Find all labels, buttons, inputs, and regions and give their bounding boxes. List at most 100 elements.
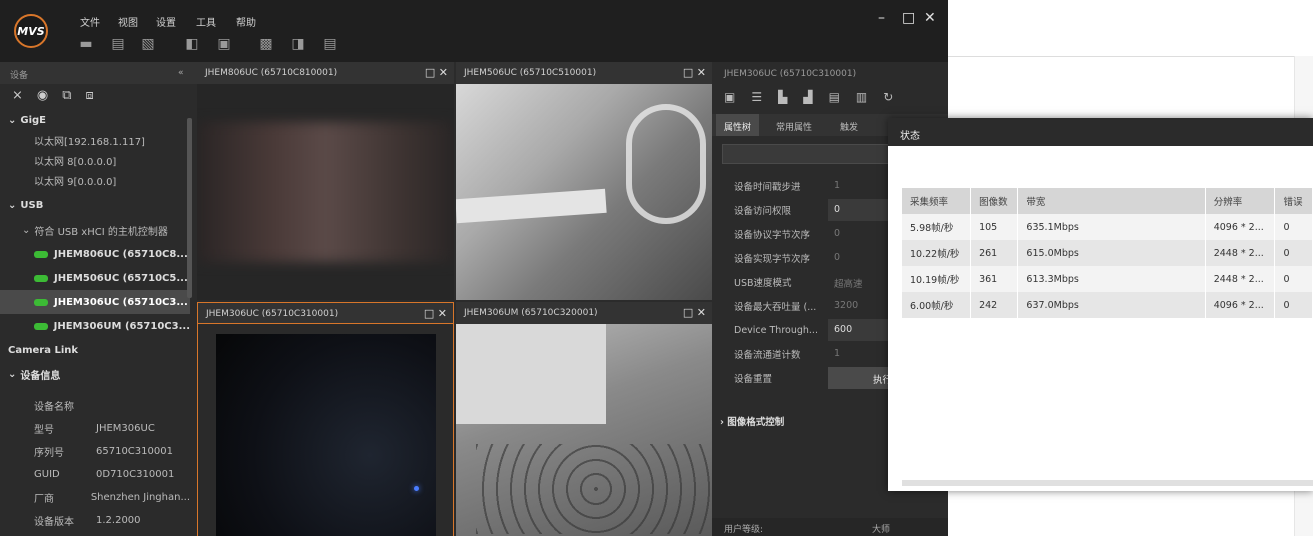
- device-camera-item[interactable]: JHEM506UC (65710C5...: [0, 266, 190, 290]
- window-icon[interactable]: ▣: [216, 36, 232, 52]
- device-toolbar: ⨯ ◉ ⧉ ⧈: [12, 88, 94, 103]
- info-key: 设备版本: [34, 516, 74, 528]
- status-table-header: 采集频率 图像数 带宽 分辨率 错误: [902, 188, 1313, 214]
- load-icon[interactable]: ▤: [829, 90, 840, 104]
- feed-object-rod: [456, 188, 607, 224]
- device-camera-item[interactable]: JHEM306UM (65710C3...: [0, 314, 190, 338]
- table-cell: 105: [970, 214, 1019, 240]
- menu-tools[interactable]: 工具: [196, 14, 216, 29]
- properties-toolbar: ▣ ☰ ▙ ▟ ▤ ▥ ↻: [724, 90, 893, 104]
- table-cell: 361: [970, 266, 1019, 292]
- property-name: 设备流通道计数: [734, 350, 801, 361]
- view-header-2: JHEM506UC (65710C510001) □ ✕: [456, 62, 712, 84]
- tree-section[interactable]: ⌄ 设备信息: [0, 362, 190, 386]
- menu-view[interactable]: 视图: [118, 14, 138, 29]
- tab-common-properties[interactable]: 常用属性: [768, 114, 820, 136]
- property-name: 设备协议字节次序: [734, 230, 811, 241]
- view-title-1: JHEM806UC (65710C810001): [205, 68, 338, 78]
- table-cell: 261: [970, 240, 1019, 266]
- tab-trigger[interactable]: 触发: [832, 114, 866, 136]
- info-key: 厂商: [34, 493, 54, 505]
- device-panel: 设备 « ⨯ ◉ ⧉ ⧈ ⌄ GigE 以太网[192.168.1.117] 以太网…: [0, 62, 197, 536]
- column-header[interactable]: 带宽: [1017, 188, 1206, 214]
- column-header[interactable]: 错误: [1274, 188, 1313, 214]
- table-row[interactable]: 10.19帧/秒 361 613.3Mbps 2448 * 2... 0: [902, 266, 1313, 292]
- table-row[interactable]: 10.22帧/秒 261 615.0Mbps 2448 * 2... 0: [902, 240, 1313, 266]
- group-image-format[interactable]: › 图像格式控制: [720, 414, 784, 428]
- property-name: 设备访问权限: [734, 206, 792, 217]
- menu-help[interactable]: 帮助: [236, 14, 256, 29]
- device-tree-scrollbar[interactable]: [187, 118, 192, 298]
- status-dialog-title: 状态: [888, 118, 1313, 146]
- table-cell: 242: [970, 292, 1019, 318]
- status-dialog-hscrollbar[interactable]: [902, 480, 1313, 486]
- camera-status-icon: [34, 298, 48, 306]
- disconnect-icon[interactable]: ⨯: [12, 88, 23, 103]
- view-4-controls[interactable]: □ ✕: [683, 306, 706, 319]
- menu-settings[interactable]: 设置: [156, 14, 176, 29]
- device-camera-item[interactable]: JHEM806UC (65710C8...: [0, 242, 190, 266]
- collapse-panel-icon[interactable]: «: [178, 68, 184, 78]
- table-cell: 6.00帧/秒: [902, 292, 972, 318]
- tree-section[interactable]: ⌄ USB: [0, 193, 190, 217]
- feed-object-cup: [456, 324, 606, 424]
- column-header[interactable]: 分辨率: [1205, 188, 1276, 214]
- table-cell: 2448 * 2...: [1205, 266, 1276, 292]
- view-title-2: JHEM506UC (65710C510001): [464, 68, 597, 78]
- save-as-icon[interactable]: ▧: [140, 36, 156, 52]
- minimize-button[interactable]: –: [878, 10, 885, 26]
- tree-label: GigE: [20, 114, 47, 126]
- table-cell: 615.0Mbps: [1017, 240, 1206, 266]
- document-icon[interactable]: ▤: [322, 36, 338, 52]
- table-cell: 635.1Mbps: [1017, 214, 1206, 240]
- tree-item[interactable]: ⌄ 符合 USB xHCI 的主机控制器: [0, 218, 190, 242]
- user-level-value[interactable]: 大师: [872, 522, 890, 535]
- save-icon[interactable]: ▤: [110, 36, 126, 52]
- stop-icon[interactable]: ◉: [37, 88, 48, 103]
- export-params-icon[interactable]: ▟: [803, 90, 812, 104]
- property-name: 设备重置: [734, 374, 773, 385]
- status-dialog: 状态 采集频率 图像数 带宽 分辨率 错误 5.98帧/秒 105 635.1Mbps 409…: [888, 118, 1313, 491]
- info-value: Shenzhen Jinghan...: [90, 491, 190, 503]
- status-table-body: 5.98帧/秒 105 635.1Mbps 4096 * 2... 0 10.22帧/秒 2…: [902, 214, 1313, 318]
- view-3-controls[interactable]: □ ✕: [424, 307, 447, 320]
- user-level-label: 用户等级:: [724, 525, 764, 535]
- device-info-row: 设备名称: [0, 393, 190, 417]
- tree-label: 设备信息: [20, 370, 61, 382]
- table-cell: 613.3Mbps: [1017, 266, 1206, 292]
- view-1-controls[interactable]: □ ✕: [425, 66, 448, 79]
- view-header-4: JHEM306UM (65710C320001) □ ✕: [456, 302, 712, 324]
- tree-item[interactable]: 以太网 9[0.0.0.0]: [0, 168, 190, 192]
- view-2-controls[interactable]: □ ✕: [683, 66, 706, 79]
- table-row[interactable]: 5.98帧/秒 105 635.1Mbps 4096 * 2... 0: [902, 214, 1313, 240]
- monitor-icon[interactable]: ▣: [724, 90, 735, 104]
- tree-label: USB: [20, 199, 44, 211]
- column-header[interactable]: 图像数: [970, 188, 1019, 214]
- user-level-bar: 用户等级: 大师: [712, 518, 948, 536]
- table-cell: 637.0Mbps: [1017, 292, 1206, 318]
- column-header[interactable]: 采集频率: [902, 188, 972, 214]
- tab-property-tree[interactable]: 属性树: [716, 114, 760, 136]
- maximize-button[interactable]: □: [902, 10, 915, 26]
- device-camera-item[interactable]: JHEM306UC (65710C3...: [0, 290, 190, 314]
- device-info-row: 厂商 Shenzhen Jinghan...: [0, 485, 190, 509]
- open-folder-icon[interactable]: ▬: [78, 36, 94, 52]
- import-icon[interactable]: ▙: [778, 90, 787, 104]
- layout-icon[interactable]: ◧: [184, 36, 200, 52]
- tree-label: JHEM806UC (65710C8...: [54, 248, 188, 260]
- connect-icon[interactable]: ⧉: [62, 88, 71, 103]
- table-row[interactable]: 6.00帧/秒 242 637.0Mbps 4096 * 2... 0: [902, 292, 1313, 318]
- waveform-icon[interactable]: ▩: [258, 36, 274, 52]
- device-list-icon[interactable]: ⧈: [86, 88, 94, 103]
- tree-section[interactable]: Camera Link: [0, 338, 190, 362]
- property-name: USB速度模式: [734, 278, 792, 289]
- export-icon[interactable]: ◨: [290, 36, 306, 52]
- refresh-icon[interactable]: ↻: [883, 90, 893, 104]
- property-name: 设备实现字节次序: [734, 254, 811, 265]
- close-button[interactable]: ✕: [924, 10, 936, 26]
- menu-file[interactable]: 文件: [80, 14, 100, 29]
- table-cell: 0: [1274, 266, 1313, 292]
- table-cell: 0: [1274, 292, 1313, 318]
- list-icon[interactable]: ☰: [751, 90, 762, 104]
- save-params-icon[interactable]: ▥: [856, 90, 867, 104]
